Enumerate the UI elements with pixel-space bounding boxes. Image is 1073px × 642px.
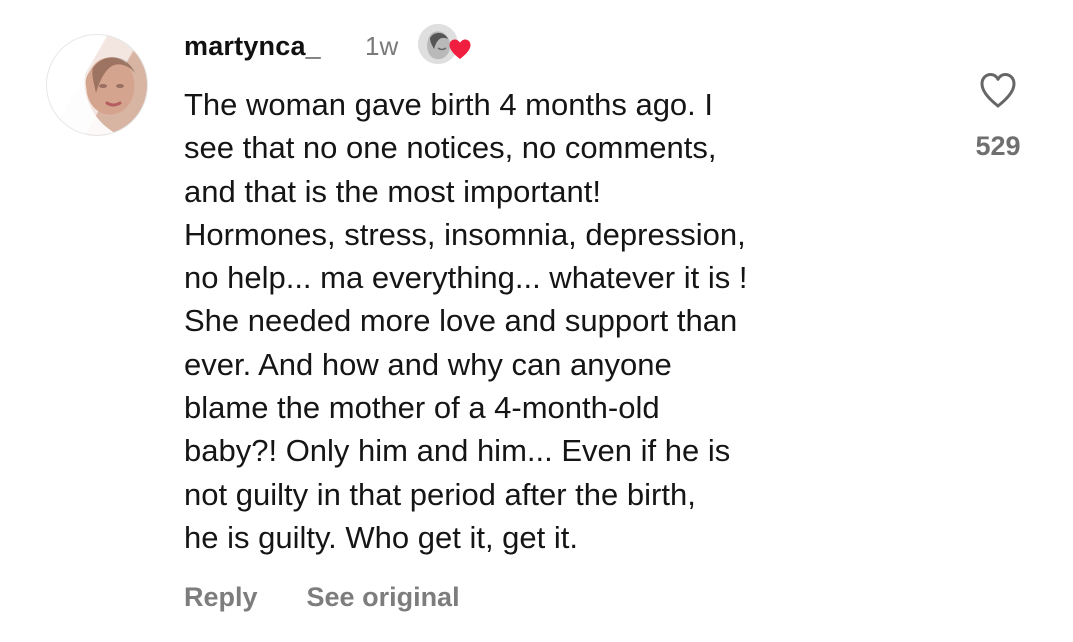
creator-like-badge bbox=[418, 24, 471, 68]
reply-button[interactable]: Reply bbox=[184, 577, 258, 617]
comment-username[interactable]: martynca_ bbox=[184, 26, 321, 66]
like-count: 529 bbox=[975, 131, 1021, 161]
heart-icon[interactable] bbox=[978, 71, 1018, 109]
avatar[interactable] bbox=[46, 34, 148, 136]
comment-time: 1w bbox=[365, 31, 399, 61]
comment: martynca_ 1w The woman gave birth 4 mont… bbox=[0, 0, 1073, 642]
see-original-button[interactable]: See original bbox=[307, 577, 460, 617]
red-heart-icon bbox=[449, 39, 471, 59]
comment-text: The woman gave birth 4 months ago. I see… bbox=[184, 87, 748, 555]
like-button[interactable]: 529 bbox=[970, 71, 1026, 169]
comment-actions: Reply See original bbox=[184, 577, 460, 617]
